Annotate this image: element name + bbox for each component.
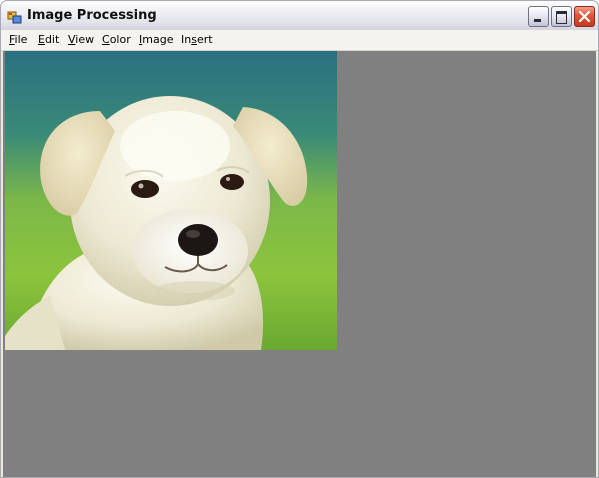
menu-bar: File Edit View Color Image Insert xyxy=(1,30,598,51)
menu-view-rest: iew xyxy=(75,33,95,46)
menu-file[interactable]: File xyxy=(9,33,27,46)
menu-file-rest: ile xyxy=(14,33,28,46)
menu-insert[interactable]: Insert xyxy=(181,33,213,46)
menu-image-rest: mage xyxy=(142,33,174,46)
close-button[interactable] xyxy=(574,6,595,27)
minimize-button[interactable] xyxy=(528,6,549,27)
menu-insert-rest: ert xyxy=(196,33,213,46)
window-title: Image Processing xyxy=(27,8,157,23)
menu-edit[interactable]: Edit xyxy=(38,33,59,46)
menu-edit-rest: dit xyxy=(44,33,60,46)
menu-insert-pre: In xyxy=(181,33,192,46)
menu-edit-mnemonic: E xyxy=(38,33,45,46)
minimize-icon xyxy=(534,19,541,22)
maximize-button[interactable] xyxy=(551,6,572,27)
app-window: Image Processing File Edit View Color Im… xyxy=(0,0,599,478)
app-window-icon xyxy=(7,11,22,24)
maximize-icon xyxy=(556,11,567,24)
close-icon xyxy=(578,10,591,23)
menu-image[interactable]: Image xyxy=(139,33,173,46)
title-bar[interactable]: Image Processing xyxy=(1,1,598,31)
image-canvas-area[interactable] xyxy=(3,51,596,477)
puppy-photo xyxy=(5,51,337,350)
menu-color[interactable]: Color xyxy=(102,33,131,46)
menu-color-mnemonic: C xyxy=(102,33,110,46)
menu-view[interactable]: View xyxy=(68,33,94,46)
menu-color-rest: olor xyxy=(109,33,131,46)
